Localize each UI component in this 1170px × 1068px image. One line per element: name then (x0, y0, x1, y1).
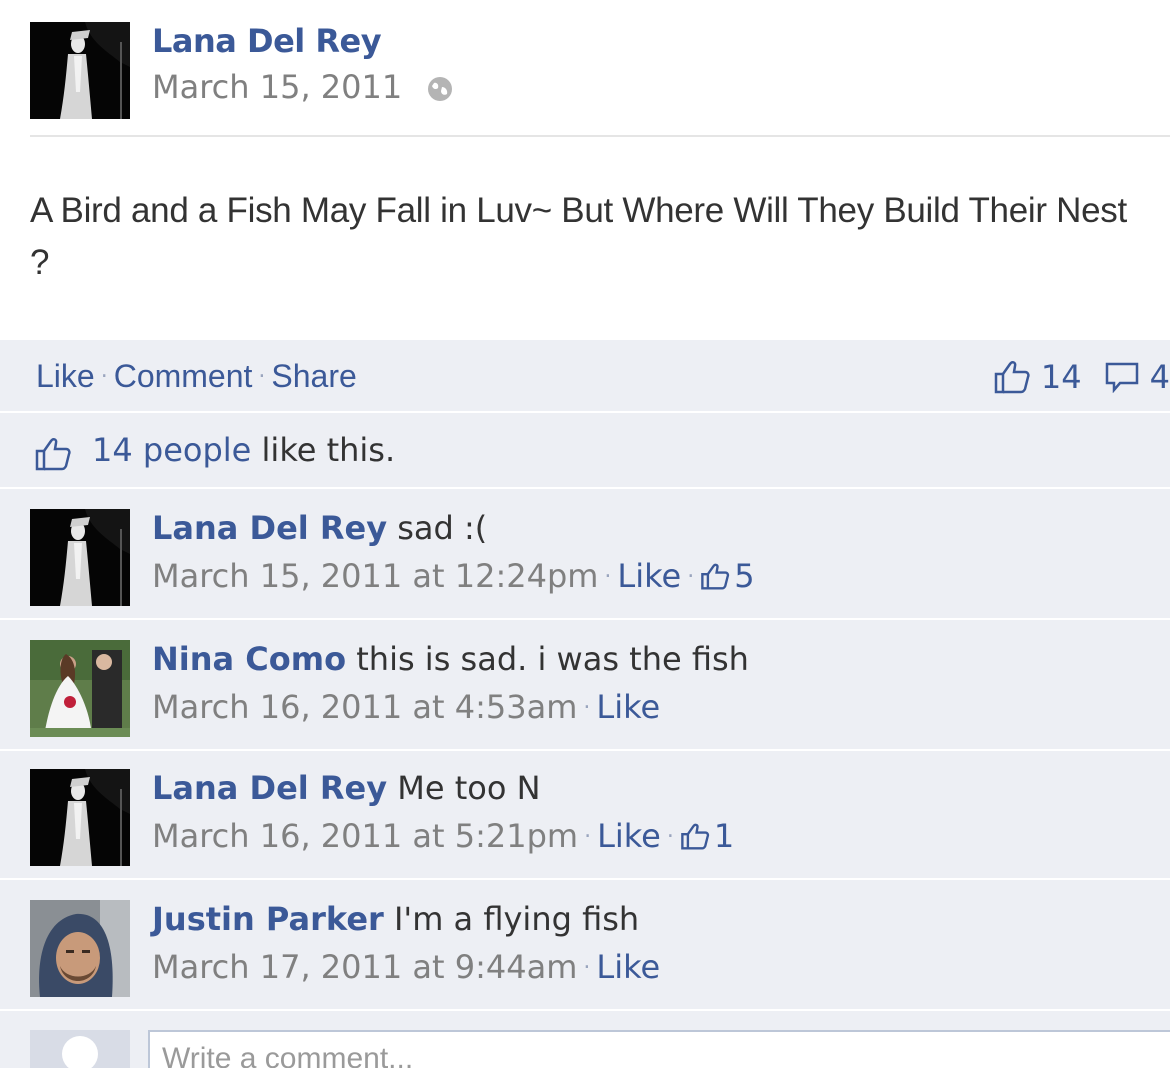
comment-link[interactable]: Comment (114, 358, 253, 395)
commenter-name[interactable]: Justin Parker (152, 900, 384, 938)
comment-like-number: 5 (734, 557, 755, 595)
post-date[interactable]: March 15, 2011 (152, 68, 402, 106)
commenter-name[interactable]: Lana Del Rey (152, 509, 387, 547)
comment-count[interactable]: 4 (1150, 358, 1170, 396)
comment-timestamp[interactable]: March 17, 2011 at 9:44am (152, 948, 577, 986)
thumbs-up-icon (994, 361, 1030, 394)
divider (30, 135, 1170, 137)
likes-text: 14 people like this. (92, 431, 395, 469)
comment-input[interactable]: Write a comment... (148, 1030, 1170, 1068)
author-avatar[interactable] (30, 22, 130, 119)
comment: Justin Parker I'm a flying fish March 17… (0, 882, 1170, 1011)
commenter-name[interactable]: Lana Del Rey (152, 769, 387, 807)
commenter-name[interactable]: Nina Como (152, 640, 346, 678)
action-bar: Like . Comment . Share 14 4 (0, 340, 1170, 413)
comment: Lana Del Rey sad :( March 15, 2011 at 12… (0, 491, 1170, 620)
post-header: Lana Del Rey March 15, 2011 (0, 0, 1170, 137)
viewer-avatar (30, 1030, 130, 1068)
comment-meta: March 16, 2011 at 4:53am . Like (152, 688, 660, 726)
commenter-avatar[interactable] (30, 769, 130, 866)
separator: . (258, 358, 266, 383)
comment-text: sad :( (387, 509, 488, 547)
comment-body: Justin Parker I'm a flying fish (152, 900, 639, 938)
share-link[interactable]: Share (271, 358, 356, 395)
action-links: Like . Comment . Share (36, 358, 357, 395)
commenter-avatar[interactable] (30, 509, 130, 606)
post-meta: March 15, 2011 (152, 68, 454, 106)
separator: . (666, 817, 674, 843)
comment-text: this is sad. i was the fish (346, 640, 749, 678)
comment-meta: March 17, 2011 at 9:44am . Like (152, 948, 660, 986)
separator: . (583, 948, 591, 974)
comment-like-link[interactable]: Like (597, 817, 661, 855)
separator: . (604, 557, 612, 583)
like-link[interactable]: Like (36, 358, 95, 395)
feedback-area: Like . Comment . Share 14 4 14 people li… (0, 340, 1170, 1068)
comment: Nina Como this is sad. i was the fish Ma… (0, 622, 1170, 751)
separator: . (687, 557, 695, 583)
thumbs-up-icon (35, 438, 71, 471)
comment-like-count[interactable]: 5 (700, 557, 755, 595)
comment-meta: March 16, 2011 at 5:21pm . Like . 1 (152, 817, 734, 855)
like-count[interactable]: 14 (1041, 358, 1082, 396)
comment-like-link[interactable]: Like (617, 557, 681, 595)
comment-text: Me too N (387, 769, 541, 807)
comment-like-link[interactable]: Like (596, 688, 660, 726)
comment-body: Lana Del Rey Me too N (152, 769, 541, 807)
comment: Lana Del Rey Me too N March 16, 2011 at … (0, 751, 1170, 880)
comment-meta: March 15, 2011 at 12:24pm . Like . 5 (152, 557, 755, 595)
comment-bubble-icon (1105, 362, 1138, 393)
comment-text: I'm a flying fish (383, 900, 640, 938)
likes-summary: 14 people like this. (0, 415, 1170, 489)
commenter-avatar[interactable] (30, 900, 130, 997)
comment-body: Lana Del Rey sad :( (152, 509, 487, 547)
comment-timestamp[interactable]: March 16, 2011 at 5:21pm (152, 817, 578, 855)
commenter-avatar[interactable] (30, 640, 130, 737)
author-name[interactable]: Lana Del Rey (152, 22, 382, 60)
comment-timestamp[interactable]: March 16, 2011 at 4:53am (152, 688, 577, 726)
separator: . (584, 817, 592, 843)
post-text: A Bird and a Fish May Fall in Luv~ But W… (30, 191, 1127, 282)
thumbs-up-icon (681, 823, 709, 850)
comment-timestamp[interactable]: March 15, 2011 at 12:24pm (152, 557, 598, 595)
likes-suffix: like this. (251, 431, 396, 469)
thumbs-up-icon (701, 563, 730, 590)
separator: . (100, 358, 108, 383)
comment-body: Nina Como this is sad. i was the fish (152, 640, 749, 678)
feedback-counts: 14 4 (993, 358, 1170, 396)
separator: . (583, 688, 591, 714)
likes-people-link[interactable]: 14 people (92, 431, 251, 469)
comment-like-link[interactable]: Like (596, 948, 660, 986)
comment-composer: Write a comment... (0, 1013, 1170, 1068)
comment-like-count[interactable]: 1 (680, 817, 734, 855)
globe-icon (426, 73, 454, 101)
comment-like-number: 1 (713, 817, 735, 855)
